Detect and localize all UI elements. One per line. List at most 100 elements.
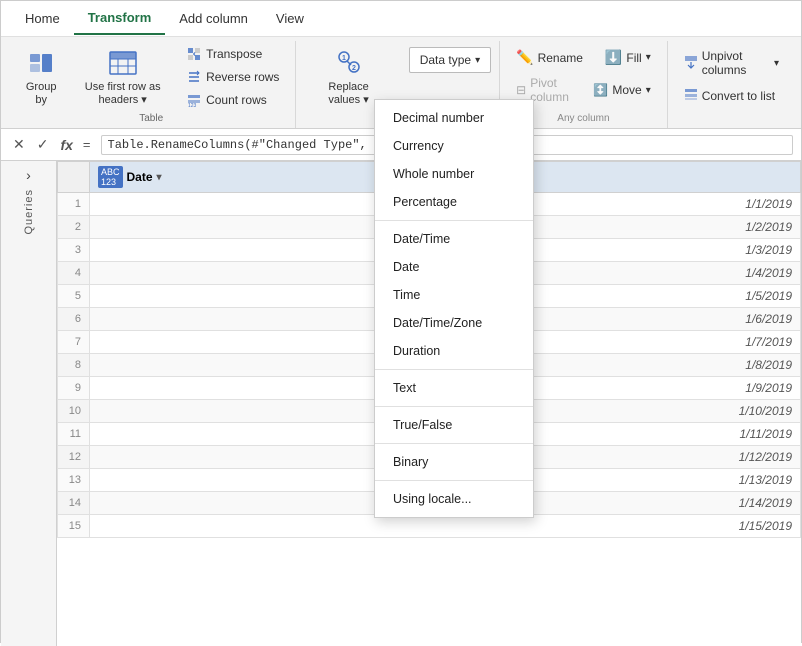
transpose-icon [186,46,202,62]
table-group-label: Table [17,111,285,124]
menu-add-column[interactable]: Add column [165,3,262,34]
count-rows-icon: 123 [186,92,202,108]
first-row-headers-label: Use first row as headers ▾ [77,81,168,107]
row-number: 13 [58,469,90,492]
pivot-label: Pivot column [530,76,573,104]
col-type-badge: ABC123 [98,166,123,188]
replace-values-icon: 1 2 [333,47,365,79]
move-icon: ↕️ [593,83,608,97]
table-group-content: Group by Use first row as headers ▾ [17,43,285,111]
fill-label: Fill [626,51,641,65]
queries-label[interactable]: Queries [23,189,35,235]
reverse-rows-icon [186,69,202,85]
dropdown-truefalse[interactable]: True/False [375,411,533,439]
row-number: 3 [58,239,90,262]
dropdown-decimal-number[interactable]: Decimal number [375,104,533,132]
dropdown-datetime[interactable]: Date/Time [375,225,533,253]
dropdown-using-locale[interactable]: Using locale... [375,485,533,513]
expand-queries-icon[interactable]: › [26,167,31,183]
first-row-headers-button[interactable]: Use first row as headers ▾ [69,43,176,111]
dropdown-divider-1 [375,220,533,221]
row-number: 9 [58,377,90,400]
fill-dropdown-icon: ▾ [646,52,651,63]
reverse-rows-button[interactable]: Reverse rows [180,66,285,88]
data-type-dropdown: Decimal number Currency Whole number Per… [374,99,534,518]
reverse-rows-label: Reverse rows [206,70,279,84]
row-number: 12 [58,446,90,469]
dropdown-divider-3 [375,406,533,407]
row-num-header [58,162,90,193]
move-label: Move [612,83,641,97]
formula-fx-icon: fx [56,135,76,155]
dropdown-binary[interactable]: Binary [375,448,533,476]
dropdown-date[interactable]: Date [375,253,533,281]
dropdown-currency[interactable]: Currency [375,132,533,160]
unpivot-columns-button[interactable]: Unpivot columns ▾ [676,45,787,81]
svg-text:1: 1 [342,55,346,62]
svg-text:123: 123 [188,103,197,107]
col-dropdown-arrow-icon[interactable]: ▾ [157,172,162,183]
transpose-button[interactable]: Transpose [180,43,285,65]
row-number: 4 [58,262,90,285]
row-number: 7 [58,331,90,354]
ribbon: Group by Use first row as headers ▾ [1,37,801,129]
unpivot-icon [684,55,698,72]
row-number: 5 [58,285,90,308]
date-column-label: Date [127,170,153,184]
row-number: 1 [58,193,90,216]
pivot-icon: ⊟ [516,83,526,97]
dropdown-duration[interactable]: Duration [375,337,533,365]
row-number: 8 [58,354,90,377]
convert-list-icon [684,87,698,104]
dropdown-divider-4 [375,443,533,444]
headers-icon [107,47,139,79]
group-by-button[interactable]: Group by [17,43,65,111]
data-type-label: Data type [420,53,471,67]
fill-icon: ⬇️ [605,49,622,66]
convert-to-list-label: Convert to list [702,89,775,103]
dropdown-divider-2 [375,369,533,370]
dropdown-text[interactable]: Text [375,374,533,402]
count-rows-button[interactable]: 123 Count rows [180,89,285,111]
row-number: 2 [58,216,90,239]
count-rows-label: Count rows [206,93,267,107]
queries-panel: › Queries [1,161,57,646]
row-number: 14 [58,492,90,515]
formula-equals: = [83,137,95,152]
menu-transform[interactable]: Transform [74,2,166,35]
dropdown-time[interactable]: Time [375,281,533,309]
replace-values-label: Replace values ▾ [314,81,382,107]
rename-icon: ✏️ [516,49,533,66]
dropdown-arrow-icon: ▾ [475,55,480,66]
transpose-label: Transpose [206,47,262,61]
row-number: 6 [58,308,90,331]
row-number: 11 [58,423,90,446]
row-number: 15 [58,515,90,538]
dropdown-datetimezone[interactable]: Date/Time/Zone [375,309,533,337]
ribbon-table-group: Group by Use first row as headers ▾ [7,41,296,128]
fill-button[interactable]: ⬇️ Fill ▾ [597,45,659,70]
svg-text:2: 2 [352,65,356,72]
group-by-icon [25,47,57,79]
unpivot-label: Unpivot columns [702,49,770,77]
data-type-button[interactable]: Data type ▾ [409,47,491,73]
formula-icons: ✕ ✓ fx [9,134,77,155]
menu-view[interactable]: View [262,3,318,34]
group-by-label: Group by [25,81,57,107]
table-small-buttons: Transpose Reverse rows [180,43,285,111]
formula-cancel-icon[interactable]: ✕ [9,134,29,155]
dropdown-whole-number[interactable]: Whole number [375,160,533,188]
any-column-label-2 [676,113,787,124]
move-button[interactable]: ↕️ Move ▾ [585,79,658,101]
convert-to-list-button[interactable]: Convert to list [676,83,783,108]
rename-button[interactable]: ✏️ Rename [508,45,591,70]
date-cell: 1/15/2019 [90,515,801,538]
unpivot-dropdown-icon: ▾ [774,58,779,69]
menu-bar: Home Transform Add column View [1,1,801,37]
move-dropdown-icon: ▾ [646,85,651,96]
menu-home[interactable]: Home [11,3,74,34]
table-row: 15 1/15/2019 [58,515,801,538]
formula-accept-icon[interactable]: ✓ [33,134,53,155]
dropdown-percentage[interactable]: Percentage [375,188,533,216]
rename-label: Rename [538,51,583,65]
